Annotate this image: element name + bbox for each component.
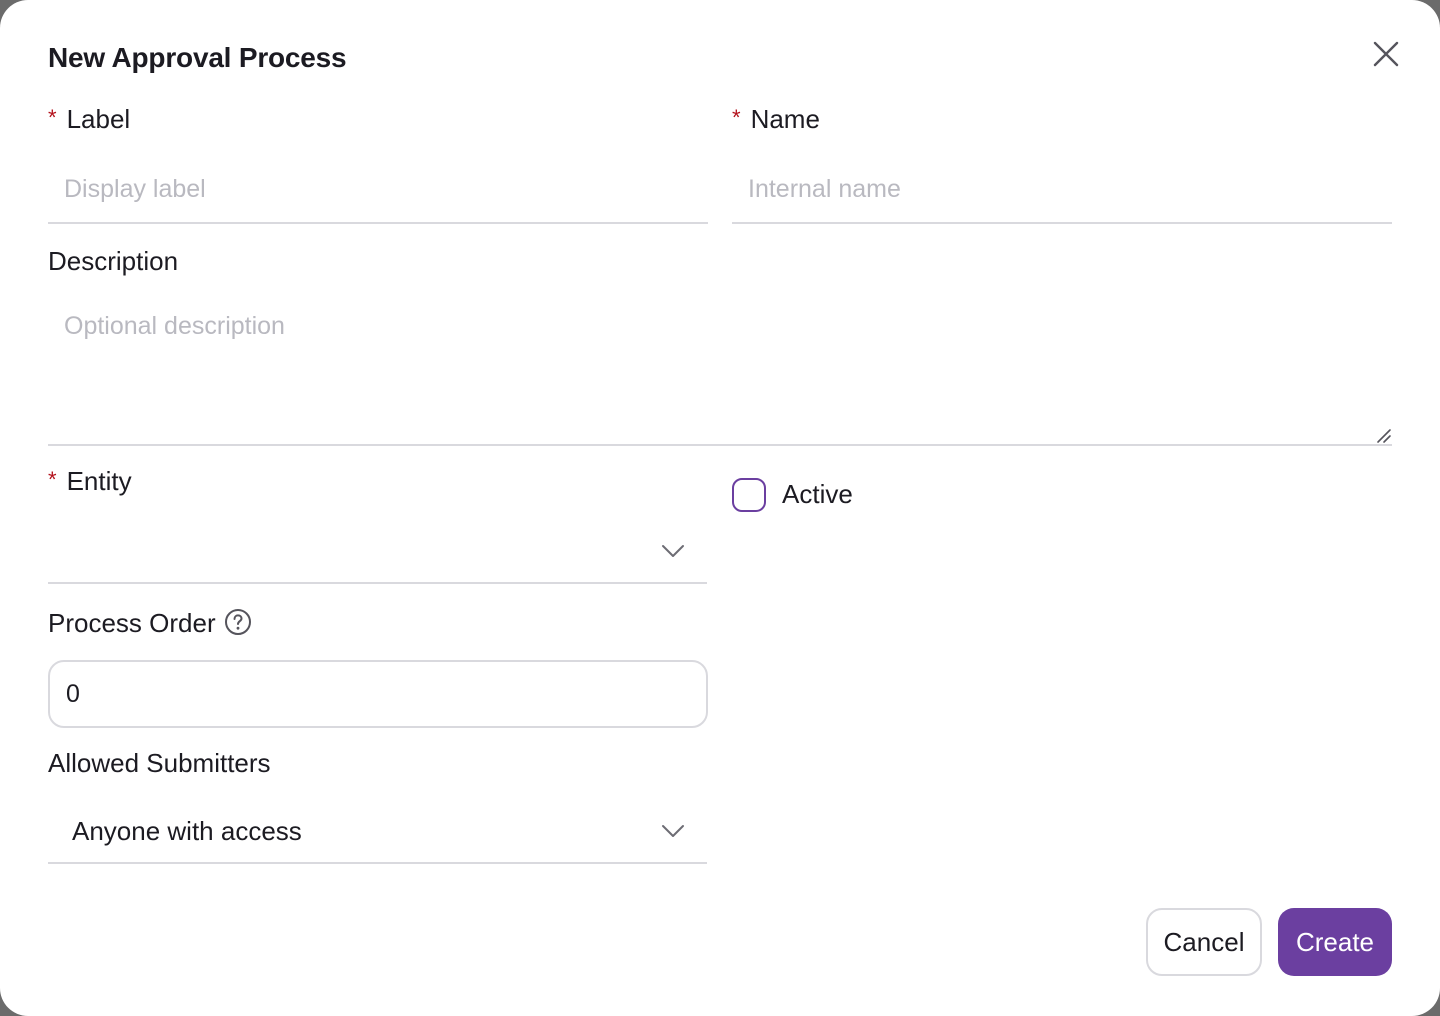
allowed-submitters-field-text: Allowed Submitters <box>48 748 271 778</box>
create-button[interactable]: Create <box>1278 908 1392 976</box>
help-icon[interactable] <box>224 608 252 636</box>
chevron-down-icon <box>662 825 684 837</box>
process-order-field-text: Process Order <box>48 608 216 638</box>
close-button[interactable] <box>1366 34 1406 74</box>
close-icon <box>1373 41 1399 67</box>
allowed-submitters-field-label: Allowed Submitters <box>48 748 271 779</box>
process-order-input[interactable] <box>48 660 708 728</box>
label-field-label: * Label <box>48 104 130 135</box>
description-field-text: Description <box>48 246 179 276</box>
resize-handle-icon[interactable] <box>1372 424 1392 444</box>
label-field-text: Label <box>66 104 131 134</box>
new-approval-process-dialog: New Approval Process * Label * Name Desc… <box>0 0 1440 1016</box>
required-marker: * <box>732 104 741 130</box>
chevron-down-icon <box>662 545 684 557</box>
name-input[interactable] <box>732 156 1392 224</box>
allowed-submitters-select-value: Anyone with access <box>72 815 302 846</box>
process-order-field-label: Process Order <box>48 608 252 639</box>
description-textarea[interactable] <box>48 300 1392 446</box>
entity-field-text: Entity <box>66 466 132 496</box>
dialog-title: New Approval Process <box>48 42 347 73</box>
active-checkbox-label[interactable]: Active <box>782 479 853 510</box>
entity-select[interactable] <box>48 520 707 584</box>
description-field-label: Description <box>48 246 178 277</box>
cancel-button[interactable]: Cancel <box>1146 908 1262 976</box>
required-marker: * <box>48 104 57 130</box>
label-input[interactable] <box>48 156 708 224</box>
required-marker: * <box>48 466 57 492</box>
entity-field-label: * Entity <box>48 466 132 497</box>
name-field-label: * Name <box>732 104 820 135</box>
name-field-text: Name <box>750 104 820 134</box>
active-checkbox[interactable] <box>732 478 766 512</box>
allowed-submitters-select[interactable]: Anyone with access <box>48 800 707 864</box>
